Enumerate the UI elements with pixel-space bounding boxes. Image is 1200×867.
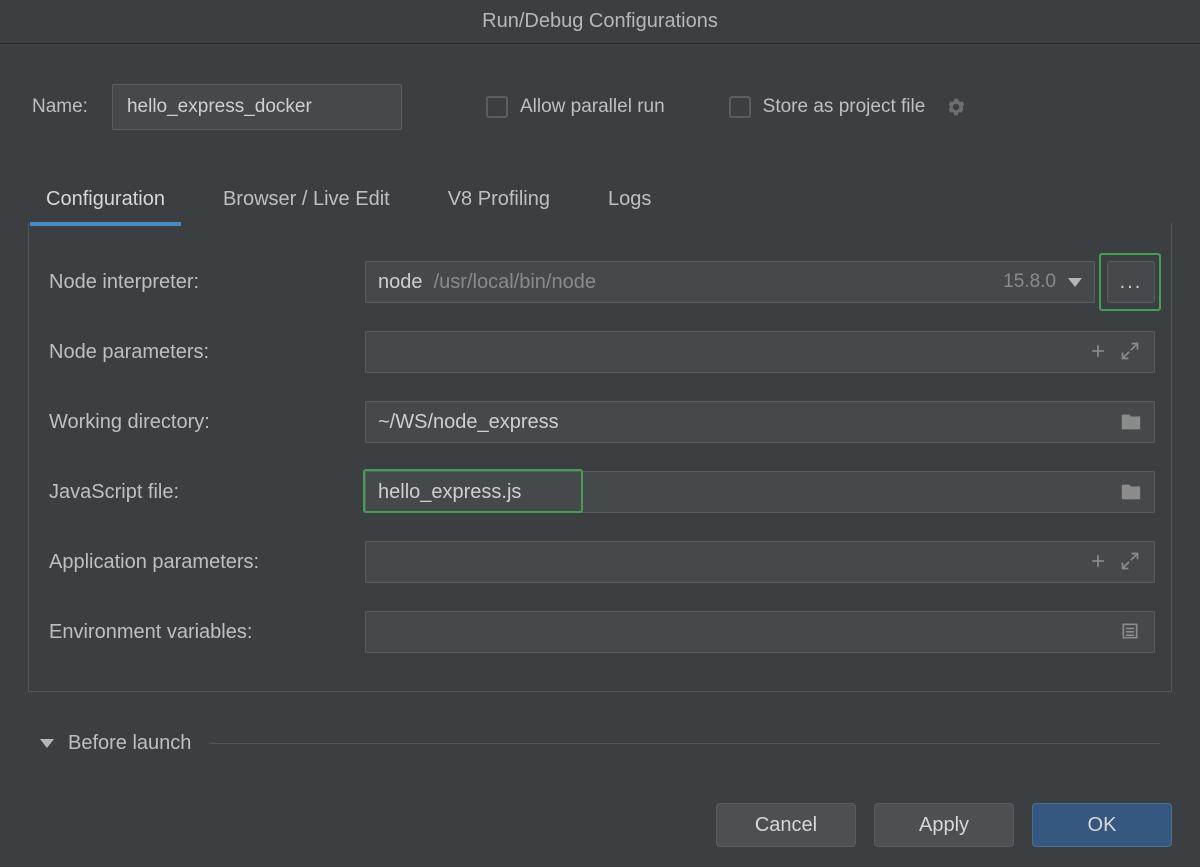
tab-bar: Configuration Browser / Live Edit V8 Pro… [0, 180, 1200, 223]
interpreter-wrap: node /usr/local/bin/node 15.8.0 ... [365, 261, 1155, 303]
row-node-interpreter: Node interpreter: node /usr/local/bin/no… [45, 247, 1155, 317]
expand-icon[interactable] [1120, 551, 1142, 573]
chevron-down-icon [40, 739, 54, 748]
folder-icon[interactable] [1120, 411, 1142, 433]
expand-icon[interactable] [1120, 341, 1142, 363]
tab-browser-live-edit[interactable]: Browser / Live Edit [219, 180, 394, 223]
node-interpreter-field[interactable]: node /usr/local/bin/node 15.8.0 [365, 261, 1095, 303]
row-environment-variables: Environment variables: [45, 597, 1155, 667]
label-javascript-file: JavaScript file: [45, 481, 365, 504]
label-working-directory: Working directory: [45, 411, 365, 434]
allow-parallel-label: Allow parallel run [520, 96, 665, 118]
allow-parallel-checkbox[interactable]: Allow parallel run [486, 96, 665, 118]
dialog-buttons: Cancel Apply OK [716, 803, 1172, 847]
configuration-panel: Node interpreter: node /usr/local/bin/no… [28, 223, 1172, 692]
javascript-file-field[interactable]: hello_express.js [365, 471, 1155, 513]
header-row: Name: hello_express_docker Allow paralle… [0, 44, 1200, 160]
row-node-parameters: Node parameters: [45, 317, 1155, 387]
cancel-button[interactable]: Cancel [716, 803, 856, 847]
name-field[interactable]: hello_express_docker [112, 84, 402, 130]
tab-logs[interactable]: Logs [604, 180, 655, 223]
application-parameters-field[interactable] [365, 541, 1155, 583]
before-launch-label: Before launch [68, 732, 191, 755]
browse-interpreter-button[interactable]: ... [1107, 261, 1155, 303]
interpreter-name: node [378, 271, 423, 294]
working-directory-field[interactable]: ~/WS/node_express [365, 401, 1155, 443]
tab-v8-profiling[interactable]: V8 Profiling [444, 180, 554, 223]
label-application-parameters: Application parameters: [45, 551, 365, 574]
javascript-file-value: hello_express.js [378, 481, 521, 504]
row-javascript-file: JavaScript file: hello_express.js [45, 457, 1155, 527]
chevron-down-icon [1068, 278, 1082, 287]
name-field-value: hello_express_docker [127, 96, 312, 118]
ok-button[interactable]: OK [1032, 803, 1172, 847]
window-title: Run/Debug Configurations [0, 0, 1200, 44]
label-node-parameters: Node parameters: [45, 341, 365, 364]
apply-button[interactable]: Apply [874, 803, 1014, 847]
plus-icon[interactable] [1088, 341, 1110, 363]
list-icon[interactable] [1120, 621, 1142, 643]
row-working-directory: Working directory: ~/WS/node_express [45, 387, 1155, 457]
row-application-parameters: Application parameters: [45, 527, 1155, 597]
interpreter-path: /usr/local/bin/node [434, 271, 596, 294]
window-title-text: Run/Debug Configurations [482, 10, 718, 33]
folder-icon[interactable] [1120, 481, 1142, 503]
before-launch-section[interactable]: Before launch [40, 732, 1160, 755]
tab-configuration[interactable]: Configuration [42, 180, 169, 223]
node-parameters-field[interactable] [365, 331, 1155, 373]
checkbox-box [729, 96, 751, 118]
plus-icon[interactable] [1088, 551, 1110, 573]
interpreter-version: 15.8.0 [1003, 271, 1056, 293]
gear-icon[interactable] [945, 96, 967, 118]
label-node-interpreter: Node interpreter: [45, 271, 365, 294]
name-label: Name: [32, 96, 88, 118]
divider [209, 743, 1160, 744]
working-directory-value: ~/WS/node_express [378, 411, 559, 434]
label-environment-variables: Environment variables: [45, 621, 365, 644]
checkbox-box [486, 96, 508, 118]
store-project-checkbox[interactable]: Store as project file [729, 96, 968, 118]
environment-variables-field[interactable] [365, 611, 1155, 653]
store-project-label: Store as project file [763, 96, 926, 118]
